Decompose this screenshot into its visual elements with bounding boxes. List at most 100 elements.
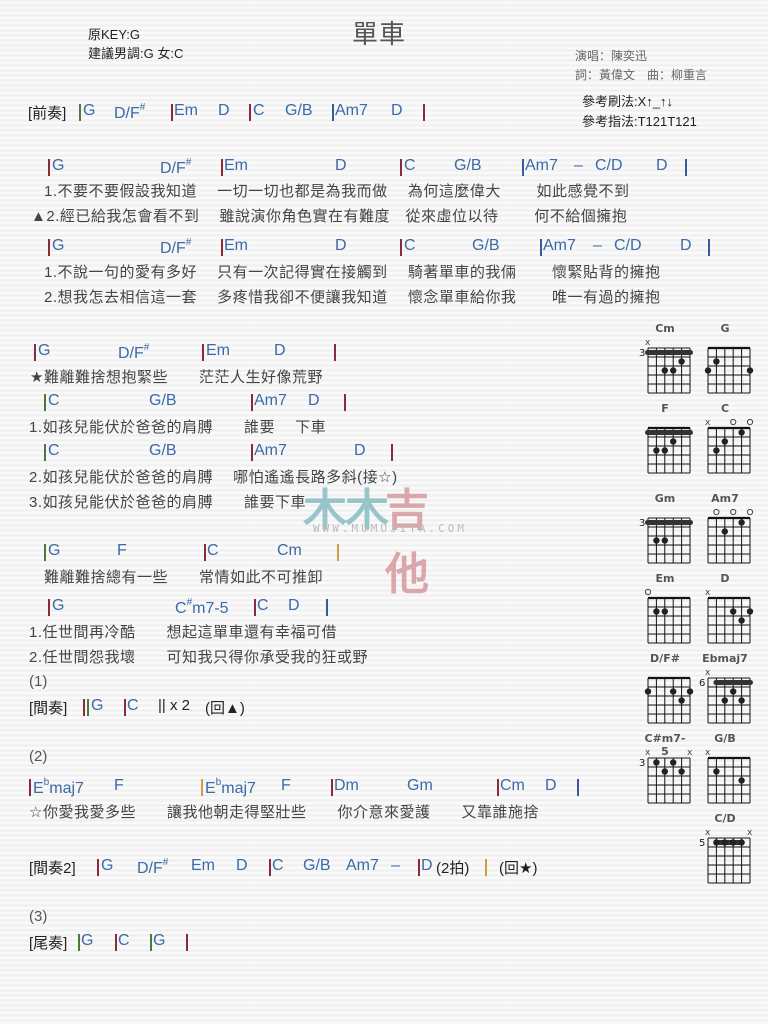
fretboard-grid: x x3 bbox=[639, 748, 693, 804]
finger-dot bbox=[670, 759, 677, 766]
bar-line bbox=[87, 699, 89, 716]
verse-chord-line-2: G D/F# Em D C G/B Am7 – C/D D bbox=[48, 237, 718, 257]
muted-string-icon: x bbox=[705, 748, 711, 758]
bar-line bbox=[48, 239, 50, 256]
fretboard-grid: 3 bbox=[639, 517, 693, 564]
chord: C#m7-5 bbox=[175, 597, 229, 617]
bar-line bbox=[44, 394, 46, 411]
finger-dot bbox=[738, 519, 745, 526]
chord: G bbox=[52, 157, 65, 174]
song-title: 單車 bbox=[352, 19, 407, 49]
finger-dot bbox=[713, 358, 720, 365]
chord: G bbox=[38, 342, 51, 359]
open-string-icon bbox=[746, 508, 754, 516]
bar-line bbox=[48, 159, 50, 176]
finger-dot bbox=[721, 839, 728, 846]
bar-line bbox=[485, 859, 487, 876]
chord: F bbox=[114, 777, 124, 794]
chord: G/B bbox=[472, 237, 500, 254]
bar-line bbox=[337, 544, 339, 561]
finger-dot bbox=[713, 839, 720, 846]
finger-dot bbox=[661, 608, 668, 615]
bar-line bbox=[708, 239, 710, 256]
bar-line bbox=[344, 394, 346, 411]
bar-line bbox=[124, 699, 126, 716]
finger-dot bbox=[653, 537, 660, 544]
beat-count: (2拍) bbox=[436, 860, 470, 877]
lyric-line: 2.任世間怨我壞 可知我只得你承受我的狂或野 bbox=[29, 649, 369, 666]
bar-line bbox=[400, 239, 402, 256]
open-string-icon bbox=[730, 508, 737, 516]
chord: C bbox=[118, 932, 130, 949]
interlude-line: [間奏] G C || x 2 (回▲) bbox=[29, 697, 289, 717]
finger-dot bbox=[653, 447, 660, 454]
finger-dot bbox=[686, 688, 694, 695]
singer-credit: 演唱：陳奕迅 bbox=[575, 49, 648, 63]
bar-line bbox=[577, 779, 579, 796]
finger-dot bbox=[653, 759, 660, 766]
chord: F bbox=[117, 542, 127, 559]
chord: D bbox=[391, 102, 403, 119]
lyric-line: 1.不要不要假設我知道 一切一切也都是為我而做 為何這麼偉大 如此感覺不到 bbox=[44, 183, 630, 200]
bar-line bbox=[115, 934, 117, 951]
chord: D bbox=[421, 857, 433, 874]
bar-line bbox=[334, 344, 336, 361]
interlude2-label: [間奏2] bbox=[29, 860, 76, 877]
chord: D/F# bbox=[114, 102, 146, 122]
chord: G/B bbox=[149, 442, 177, 459]
fretboard-grid: x bbox=[705, 418, 754, 474]
chord: Em bbox=[191, 857, 215, 874]
chorus-chord-line-5: G C#m7-5 C D bbox=[48, 597, 348, 617]
chord: D bbox=[218, 102, 230, 119]
bar-line bbox=[418, 859, 420, 876]
intro-label: [前奏] bbox=[28, 105, 67, 122]
chord: D/F# bbox=[160, 237, 192, 257]
muted-string-icon: x bbox=[747, 828, 753, 838]
finger-dot bbox=[721, 697, 728, 704]
bar-line bbox=[201, 779, 203, 796]
chorus-chord-line-1: G D/F# Em D bbox=[34, 342, 354, 362]
barre-mark bbox=[645, 350, 693, 355]
chord: D bbox=[354, 442, 366, 459]
lyric-line: ★難離難捨想抱緊些 茫茫人生好像荒野 bbox=[30, 369, 323, 386]
repeat-marker: || x 2 bbox=[158, 697, 190, 714]
chord: G bbox=[91, 697, 104, 714]
return-marker: (回★) bbox=[499, 860, 538, 877]
chord: G bbox=[52, 597, 65, 614]
bar-line bbox=[251, 394, 253, 411]
bar-line bbox=[326, 599, 328, 616]
muted-string-icon: x bbox=[705, 588, 711, 598]
chord: G bbox=[52, 237, 65, 254]
chord: C bbox=[48, 392, 60, 409]
fret-number: 3 bbox=[639, 518, 645, 529]
finger-dot bbox=[730, 688, 737, 695]
fretboard-grid: x bbox=[705, 748, 751, 804]
open-string-icon bbox=[644, 588, 652, 596]
bar-line bbox=[204, 544, 206, 561]
chorus-chord-line-4: G F C Cm bbox=[44, 542, 364, 562]
chord: D bbox=[335, 157, 347, 174]
bar-line bbox=[150, 934, 152, 951]
chord: D bbox=[656, 157, 668, 174]
chord: D bbox=[680, 237, 692, 254]
bar-line bbox=[423, 104, 425, 121]
chord: D bbox=[335, 237, 347, 254]
bar-line bbox=[44, 444, 46, 461]
bar-line bbox=[48, 599, 50, 616]
finger-dot bbox=[678, 358, 685, 365]
chord: C bbox=[253, 102, 265, 119]
chord: Ebmaj7 bbox=[205, 777, 256, 797]
chorus-chord-line-2: C G/B Am7 D bbox=[44, 392, 364, 412]
finger-dot bbox=[713, 447, 720, 454]
fretboard-grid bbox=[707, 508, 754, 564]
bar-line bbox=[83, 699, 85, 716]
chord: Em bbox=[174, 102, 198, 119]
barre-mark bbox=[645, 520, 693, 525]
bar-line bbox=[44, 544, 46, 561]
outro-line: [尾奏] G C G bbox=[29, 932, 199, 952]
finger-pattern: 參考指法:T121T121 bbox=[582, 114, 697, 129]
finger-dot bbox=[730, 839, 737, 846]
finger-dot bbox=[670, 367, 677, 374]
intro-line: [前奏] G D/F# Em D C G/B Am7 D bbox=[28, 102, 468, 122]
barre-mark bbox=[713, 680, 753, 685]
